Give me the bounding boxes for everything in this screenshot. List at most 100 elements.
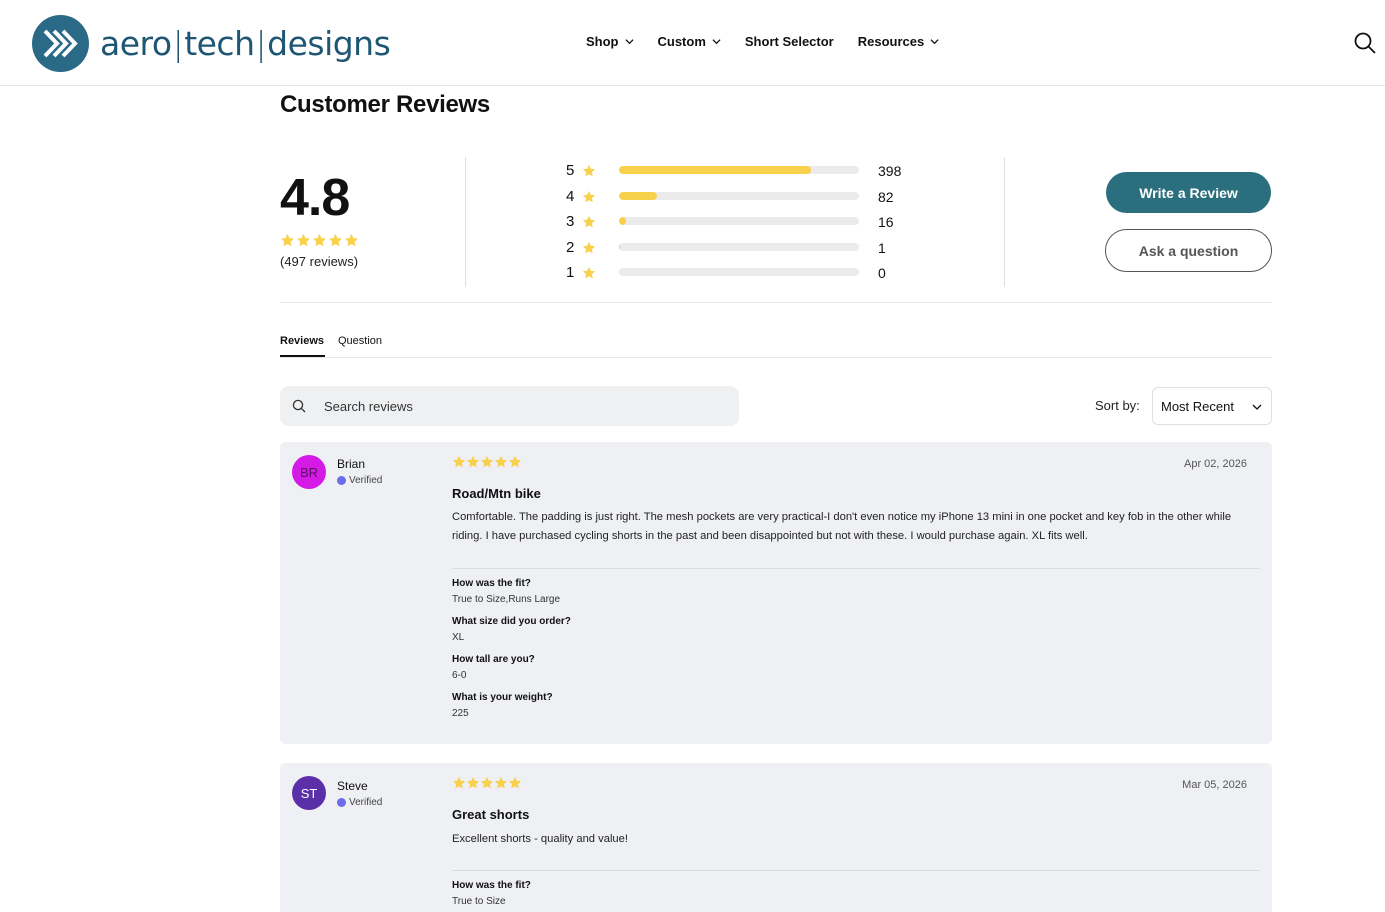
site-logo[interactable]: aero|tech|designs — [32, 14, 391, 72]
qa-answer: True to Size,Runs Large — [452, 594, 561, 605]
nav-custom[interactable]: Custom — [658, 34, 721, 49]
chevron-down-icon — [1252, 404, 1262, 410]
star-icon — [582, 164, 596, 177]
rating-bar-fill — [619, 217, 627, 226]
tab-reviews[interactable]: Reviews — [280, 335, 325, 357]
star-icon — [452, 776, 466, 789]
review-card: ST Steve Verified Mar 05, 2026 Great sho… — [280, 763, 1272, 912]
verified-label: Verified — [349, 475, 383, 486]
search-reviews-box[interactable] — [280, 386, 739, 426]
ask-question-button[interactable]: Ask a question — [1105, 229, 1272, 272]
nav-short-selector-label: Short Selector — [744, 34, 834, 49]
review-stars — [452, 776, 522, 790]
rating-level: 5 — [566, 162, 575, 179]
rating-bar-fill — [619, 191, 658, 200]
rating-row-4[interactable]: 4 82 — [566, 186, 926, 212]
review-title: Road/Mtn bike — [452, 486, 541, 501]
review-title: Great shorts — [452, 807, 530, 822]
star-icon — [296, 233, 311, 247]
logo-wordmark: aero|tech|designs — [100, 23, 391, 63]
rating-count: 82 — [878, 188, 894, 205]
star-icon — [480, 776, 494, 789]
review-body: Excellent shorts - quality and value! — [452, 833, 628, 845]
qa-question: How tall are you? — [452, 654, 535, 665]
star-icon — [508, 455, 522, 468]
rating-row-1[interactable]: 10 — [566, 262, 926, 288]
star-icon — [582, 190, 596, 202]
review-body: Comfortable. The padding is just right. … — [452, 511, 1232, 542]
star-icon — [452, 455, 466, 468]
divider — [1004, 157, 1005, 287]
divider — [280, 302, 1272, 303]
review-card: BR Brian Verified Apr 02, 2026 Road/Mtn … — [280, 442, 1272, 744]
site-header: aero|tech|designs Shop Custom Short Sele… — [0, 0, 1385, 86]
qa-question: How was the fit? — [452, 880, 531, 891]
star-icon — [494, 455, 508, 468]
rating-count: 398 — [878, 163, 902, 179]
verified-check-icon — [337, 798, 346, 807]
write-review-button[interactable]: Write a Review — [1106, 172, 1271, 213]
star-icon — [280, 233, 295, 247]
rating-row-5[interactable]: 5 398 — [566, 160, 926, 186]
star-icon — [466, 455, 480, 468]
verified-badge: Verified — [337, 475, 382, 486]
review-tabs: Reviews Question — [280, 335, 1272, 358]
rating-bar-track — [619, 268, 859, 277]
nav-custom-label: Custom — [657, 34, 706, 49]
rating-bar-track — [619, 242, 859, 251]
rating-bar-track — [619, 217, 859, 226]
qa-answer: XL — [452, 632, 465, 643]
chevron-down-icon — [624, 39, 634, 45]
verified-label: Verified — [349, 797, 383, 808]
qa-answer: 6-0 — [452, 670, 467, 681]
qa-question: What is your weight? — [452, 692, 553, 703]
divider — [452, 568, 1260, 569]
star-icon — [582, 267, 596, 279]
verified-badge: Verified — [337, 797, 382, 808]
chevron-down-icon — [930, 39, 939, 45]
star-icon — [582, 216, 596, 228]
reviewer-name: Steve — [337, 779, 368, 793]
average-rating: 4.8 — [280, 169, 350, 227]
nav-short-selector[interactable]: Short Selector — [745, 34, 834, 49]
rating-level: 1 — [566, 264, 575, 282]
tab-question[interactable]: Question — [338, 335, 382, 347]
nav-shop[interactable]: Shop — [586, 34, 634, 49]
rating-bar-track — [619, 191, 859, 200]
chevron-down-icon — [712, 39, 721, 45]
average-stars — [280, 233, 359, 248]
divider — [452, 870, 1260, 871]
verified-check-icon — [337, 476, 346, 485]
rating-row-3[interactable]: 3 16 — [566, 211, 926, 237]
main-nav: Shop Custom Short Selector Resources — [586, 34, 963, 49]
rating-level: 3 — [566, 213, 575, 231]
logo-chevrons-icon — [32, 14, 89, 72]
review-date: Mar 05, 2026 — [1182, 779, 1247, 791]
star-icon — [508, 776, 522, 789]
star-icon — [480, 455, 494, 468]
qa-answer: True to Size — [452, 896, 506, 907]
rating-bar-fill — [619, 166, 811, 174]
search-reviews-input[interactable] — [324, 398, 704, 414]
nav-resources[interactable]: Resources — [858, 34, 939, 49]
search-icon — [292, 399, 306, 413]
star-icon — [582, 241, 596, 254]
rating-level: 2 — [566, 238, 575, 256]
review-date: Apr 02, 2026 — [1184, 458, 1247, 470]
rating-row-2[interactable]: 21 — [566, 237, 926, 263]
divider — [465, 157, 466, 287]
star-icon — [466, 776, 480, 789]
rating-level: 4 — [566, 187, 575, 205]
star-icon — [312, 233, 327, 247]
qa-question: How was the fit? — [452, 578, 531, 589]
page-title: Customer Reviews — [280, 91, 490, 118]
review-count: (497 reviews) — [280, 254, 359, 269]
rating-count: 16 — [878, 214, 894, 231]
search-icon[interactable] — [1354, 32, 1376, 54]
star-icon — [328, 233, 343, 247]
sort-select[interactable]: Most Recent — [1152, 387, 1272, 425]
qa-answer: 225 — [452, 708, 469, 719]
nav-resources-label: Resources — [857, 34, 925, 49]
avatar: ST — [292, 776, 326, 810]
rating-distribution: 5 398 4 82 3 16 2 1 1 0 — [566, 160, 926, 288]
